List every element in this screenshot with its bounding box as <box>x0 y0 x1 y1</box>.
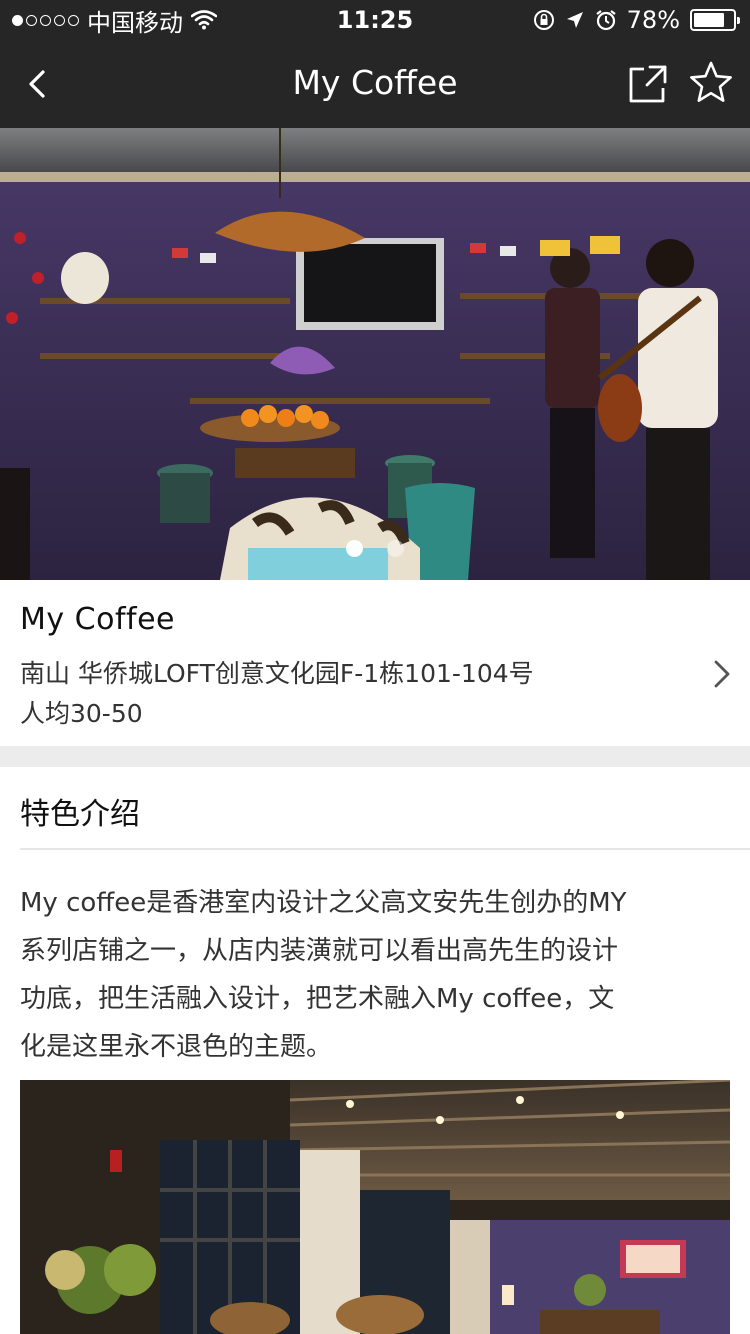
favorite-button[interactable] <box>688 60 734 106</box>
feature-title: 特色介绍 <box>20 797 140 832</box>
feature-divider <box>20 848 750 850</box>
navigation-bar: My Coffee <box>0 40 750 128</box>
feature-section: 特色介绍 My coffee是香港室内设计之父高文安先生创办的MY 系列店铺之一… <box>0 767 750 1334</box>
feature-line: 系列店铺之一，从店内装潢就可以看出高先生的设计 <box>20 936 619 966</box>
pager-dot[interactable] <box>346 540 363 557</box>
share-button[interactable] <box>626 62 670 106</box>
alarm-icon <box>595 10 616 31</box>
share-icon <box>629 65 667 103</box>
hero-image-carousel[interactable] <box>0 128 750 580</box>
status-bar: 中国移动 11:25 78% <box>0 0 750 40</box>
shop-address: 南山 华侨城LOFT创意文化园F-1栋101-104号 <box>20 659 534 688</box>
interior-photo[interactable] <box>20 1080 730 1334</box>
cafe-hall-photo <box>20 1080 730 1334</box>
feature-line: 化是这里永不退色的主题。 <box>20 1032 333 1062</box>
battery-percent: 78% <box>626 6 680 34</box>
feature-line: My coffee是香港室内设计之父高文安先生创办的MY <box>20 888 627 918</box>
location-icon <box>566 12 583 28</box>
feature-description: My coffee是香港室内设计之父高文安先生创办的MY 系列店铺之一，从店内装… <box>20 879 720 1071</box>
battery-icon <box>690 9 740 31</box>
shop-name: My Coffee <box>20 602 176 637</box>
pager-dot[interactable] <box>387 540 404 557</box>
carousel-pager <box>0 540 750 557</box>
cafe-interior-photo <box>0 128 750 580</box>
feature-line: 功底，把生活融入设计，把艺术融入My coffee，文 <box>20 984 615 1014</box>
shop-info-card[interactable]: My Coffee 南山 华侨城LOFT创意文化园F-1栋101-104号 人均… <box>0 580 750 746</box>
status-indicators: 78% <box>533 0 740 40</box>
chevron-right-icon[interactable] <box>710 656 734 692</box>
star-icon <box>690 61 732 102</box>
rotation-lock-icon <box>533 10 554 30</box>
shop-average-price: 人均30-50 <box>20 699 143 728</box>
battery-level <box>694 13 724 27</box>
section-divider <box>0 746 750 767</box>
